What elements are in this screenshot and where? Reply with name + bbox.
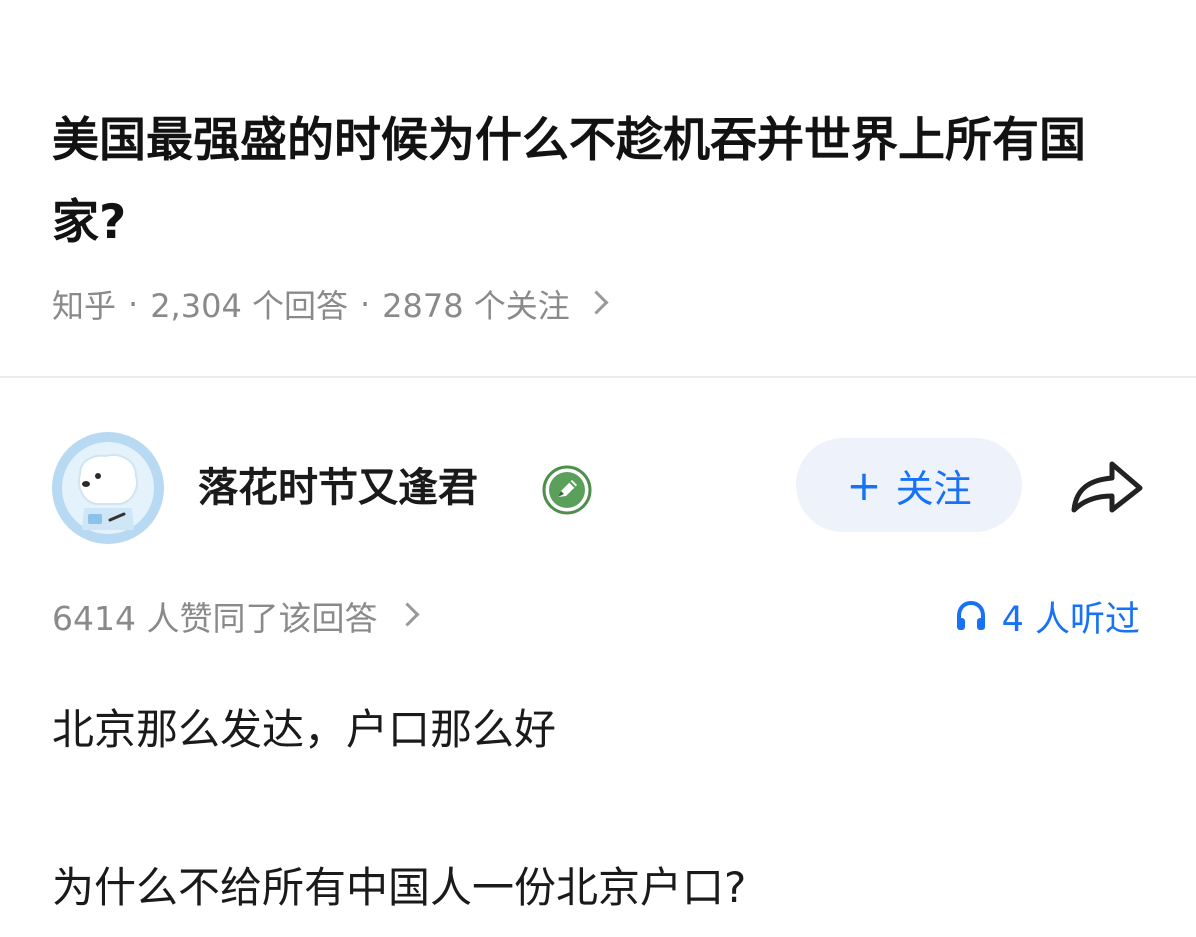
upvotes-row[interactable]: 6414 人赞同了该回答 [52, 588, 421, 644]
answer-paragraph: 北京那么发达，户口那么好 [52, 705, 557, 754]
share-button[interactable] [1066, 454, 1146, 524]
followers-count: 2878 个关注 [382, 287, 570, 325]
listen-count: 4 人听过 [1001, 599, 1140, 640]
question-header: 美国最强盛的时候为什么不趁机吞并世界上所有国家? 知乎 · 2,304 个回答 … [0, 0, 1196, 376]
follow-button[interactable]: + 关注 [796, 438, 1022, 532]
meta-separator: · [359, 285, 371, 323]
question-meta[interactable]: 知乎 · 2,304 个回答 · 2878 个关注 [52, 276, 609, 332]
author-name[interactable]: 落花时节又逢君 [198, 458, 478, 518]
answer-paragraph: 为什么不给所有中国人一份北京户口? [52, 863, 747, 912]
upvotes-text: 6414 人赞同了该回答 [52, 599, 378, 638]
chevron-right-icon [584, 289, 609, 315]
meta-separator: · [128, 285, 139, 323]
plus-icon: + [846, 460, 882, 510]
creator-pencil-badge-icon [542, 465, 592, 515]
follow-label: 关注 [895, 466, 972, 511]
listen-button[interactable]: 4 人听过 [954, 588, 1140, 644]
section-divider [0, 376, 1196, 378]
headphones-icon [956, 600, 985, 630]
chevron-right-icon [395, 601, 421, 627]
source-label: 知乎 [52, 287, 117, 325]
question-title[interactable]: 美国最强盛的时候为什么不趁机吞并世界上所有国家? [52, 100, 1152, 264]
answers-count: 2,304 个回答 [150, 287, 348, 325]
share-arrow-icon [1071, 461, 1143, 513]
author-avatar[interactable] [50, 430, 166, 546]
